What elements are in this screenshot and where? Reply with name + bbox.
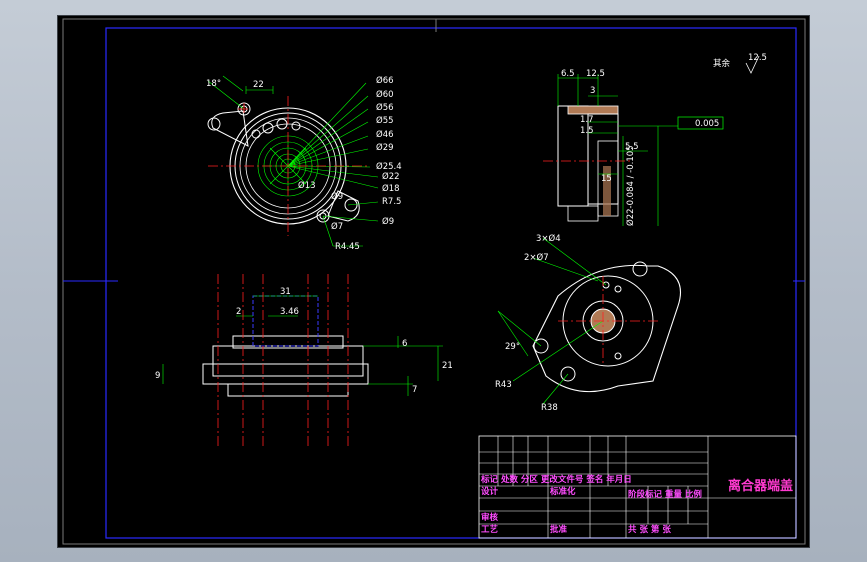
svg-text:22: 22 [253, 80, 264, 90]
svg-text:Ø7: Ø7 [331, 221, 343, 232]
svg-text:12.5: 12.5 [748, 53, 767, 63]
iso-view[interactable]: 3×Ø4 2×Ø7 29° R43 R38 [495, 233, 682, 413]
svg-text:离合器端盖: 离合器端盖 [728, 478, 793, 494]
hatched-section [567, 105, 619, 115]
svg-text:Ø55: Ø55 [376, 115, 394, 126]
svg-text:3×Ø4: 3×Ø4 [536, 233, 561, 244]
svg-text:Ø18: Ø18 [382, 183, 400, 194]
drawing-canvas[interactable]: 其余 12.5 18° 22 Ø66 Ø60 Ø56 Ø55 Ø46 Ø29 Ø… [58, 16, 811, 549]
svg-text:Ø25.4: Ø25.4 [376, 161, 402, 172]
leader-lines [207, 75, 379, 247]
svg-text:21: 21 [442, 361, 453, 371]
svg-text:R43: R43 [495, 380, 512, 390]
svg-text:Ø13: Ø13 [298, 180, 316, 191]
svg-text:设计: 设计 [481, 486, 499, 497]
svg-text:Ø22: Ø22 [382, 171, 400, 182]
cad-viewport[interactable]: 其余 12.5 18° 22 Ø66 Ø60 Ø56 Ø55 Ø46 Ø29 Ø… [57, 15, 810, 548]
section-view[interactable]: 31 2 3.46 6 21 9 7 [155, 274, 453, 446]
hidden-bore [252, 295, 319, 347]
svg-text:R4.45: R4.45 [335, 242, 360, 252]
svg-text:Ø29: Ø29 [376, 142, 394, 153]
svg-text:15: 15 [601, 174, 612, 184]
svg-text:12.5: 12.5 [586, 69, 605, 79]
svg-text:6.5: 6.5 [561, 69, 575, 79]
svg-text:0.005: 0.005 [695, 119, 719, 129]
svg-text:3.46: 3.46 [280, 307, 299, 317]
svg-text:6: 6 [402, 339, 407, 349]
svg-text:阶段标记 重量 比例: 阶段标记 重量 比例 [628, 489, 702, 500]
side-view[interactable]: 6.5 12.5 3 1.7 1.5 5.5 15 Ø22-0.084 / -0… [543, 69, 724, 226]
svg-text:29°: 29° [505, 342, 520, 352]
svg-text:共 张 第 张: 共 张 第 张 [628, 524, 671, 535]
svg-text:Ø22-0.084 / -0.105: Ø22-0.084 / -0.105 [625, 145, 636, 226]
svg-text:1.5: 1.5 [580, 126, 594, 136]
svg-text:Ø46: Ø46 [376, 129, 394, 140]
svg-text:2: 2 [236, 307, 241, 317]
surface-finish-symbol: 其余 12.5 [713, 53, 767, 74]
svg-text:审核: 审核 [481, 512, 499, 523]
svg-text:其余: 其余 [713, 58, 731, 69]
svg-text:7: 7 [412, 385, 417, 395]
svg-text:2×Ø7: 2×Ø7 [524, 252, 549, 263]
drawing-frame [105, 27, 797, 539]
svg-text:Ø9: Ø9 [382, 216, 394, 227]
svg-text:R38: R38 [541, 403, 558, 413]
svg-text:Ø60: Ø60 [376, 89, 394, 100]
svg-text:9: 9 [155, 371, 160, 381]
svg-text:18°: 18° [206, 79, 221, 89]
svg-text:R7.5: R7.5 [382, 197, 401, 207]
sheet-border [62, 18, 806, 545]
svg-text:标准化: 标准化 [549, 486, 576, 497]
svg-text:工艺: 工艺 [481, 524, 499, 535]
svg-text:Ø9: Ø9 [331, 191, 343, 202]
svg-text:批准: 批准 [550, 524, 568, 535]
svg-text:31: 31 [280, 287, 291, 297]
svg-text:标记 处数 分区 更改文件号 签名 年月日: 标记 处数 分区 更改文件号 签名 年月日 [480, 474, 632, 485]
svg-text:Ø56: Ø56 [376, 102, 394, 113]
section-centerlines [217, 274, 349, 446]
title-block[interactable]: 标记 处数 分区 更改文件号 签名 年月日 设计 标准化 阶段标记 重量 比例 … [478, 435, 797, 539]
svg-text:Ø66: Ø66 [376, 75, 394, 86]
svg-text:3: 3 [590, 86, 595, 96]
svg-text:1.7: 1.7 [580, 115, 594, 125]
front-view[interactable]: 18° 22 Ø66 Ø60 Ø56 Ø55 Ø46 Ø29 Ø25.4 Ø22… [206, 75, 402, 252]
